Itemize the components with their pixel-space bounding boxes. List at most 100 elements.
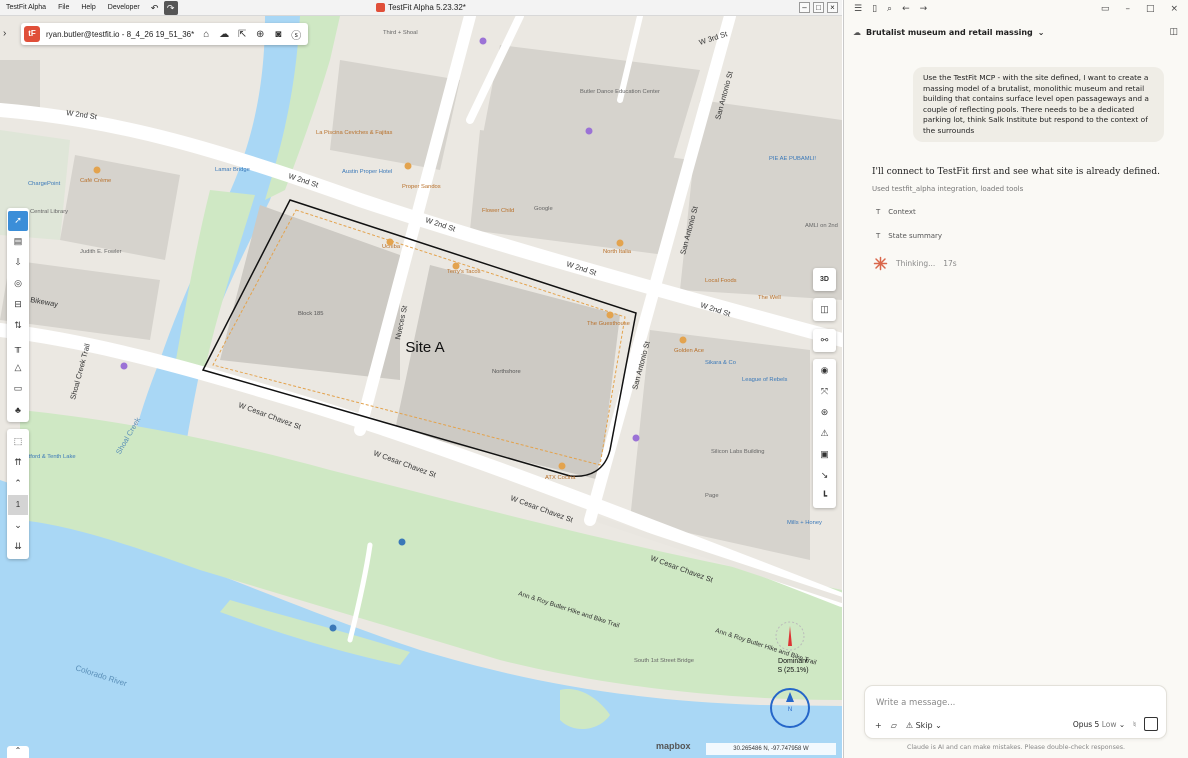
share-icon[interactable]: ⇱ [236, 29, 248, 40]
back-arrow-icon[interactable]: ← [902, 4, 910, 14]
poi-marker-icon [479, 37, 487, 45]
help-icon[interactable]: ⓢ [290, 27, 302, 42]
skip-button[interactable]: ⚠ Skip ⌄ [906, 721, 942, 730]
message-composer: Write a message... + ▱ ⚠ Skip ⌄ Opus 5 L… [864, 685, 1167, 739]
search-icon[interactable]: ⌕ [887, 4, 892, 14]
poi-label: North Italia [603, 249, 632, 255]
menu-file[interactable]: File [52, 0, 75, 16]
top-floor-icon[interactable]: ⇈ [8, 453, 28, 473]
compass-icon[interactable]: ⊛ [814, 403, 835, 423]
sidebar-toggle-icon[interactable]: ▯ [872, 4, 877, 14]
app-titlebar: TestFit Alpha File Help Developer ↶ ↷ Te… [0, 0, 842, 16]
poi-label: The Guesthouse [587, 321, 630, 327]
view-mode-toggle[interactable]: 3D [814, 270, 835, 290]
poi-label: Block 185 [298, 311, 323, 317]
menu-testfit-alpha[interactable]: TestFit Alpha [0, 0, 52, 16]
select-area-icon[interactable]: ⬚ [8, 432, 28, 452]
maximize-icon[interactable]: □ [813, 2, 824, 13]
poi-marker-icon [558, 462, 566, 470]
cloud-icon[interactable]: ☁ [218, 29, 230, 40]
maximize-icon[interactable]: □ [1146, 4, 1155, 14]
minimize-icon[interactable]: – [799, 2, 810, 13]
poi-marker-icon [452, 262, 460, 270]
poi-label: Lamar Bridge [215, 167, 250, 173]
tool-call-label: State summary [888, 232, 943, 240]
tool-icon: T [876, 208, 881, 216]
poi-label: La Piscina Ceviches & Fajitas [316, 130, 392, 136]
menu-help[interactable]: Help [75, 0, 101, 16]
image-icon[interactable]: ▣ [814, 445, 835, 465]
undo-icon[interactable]: ↶ [148, 1, 162, 15]
split-view-icon[interactable]: ◫ [814, 300, 835, 320]
select-icon[interactable]: ➚ [8, 210, 28, 231]
testfit-logo-icon [376, 3, 386, 12]
poi-marker-icon [398, 538, 406, 546]
user-message: Use the TestFit MCP - with the site defi… [913, 67, 1164, 142]
chart-icon[interactable]: ┗ [814, 487, 835, 507]
measure-icon[interactable]: ⇅ [8, 316, 28, 336]
panel-layout-icon[interactable]: ▭ [1101, 4, 1110, 14]
stop-button[interactable] [1144, 717, 1158, 731]
building-icon[interactable]: ▤ [8, 232, 28, 252]
folder-icon[interactable]: ▱ [891, 721, 897, 730]
mapbox-logo: mapbox [656, 741, 691, 751]
arrow-diagonal-icon[interactable]: ↘ [814, 466, 835, 486]
current-floor[interactable]: 1 [8, 494, 28, 515]
add-icon[interactable]: + [875, 721, 882, 730]
camera-icon[interactable]: ◙ [272, 29, 284, 40]
terrain-icon[interactable]: △ [8, 358, 28, 378]
conversation-title-text: Brutalist museum and retail massing [866, 28, 1033, 37]
site-label: Site A [405, 339, 444, 356]
floor-down-icon[interactable]: ⌄ [8, 516, 28, 536]
tool-call-item[interactable]: T Context [876, 208, 916, 216]
thinking-indicator: Thinking... 17s [873, 256, 957, 271]
poi-label: PIE AE PUBAMLI! [769, 156, 816, 162]
table-icon[interactable]: ╥ [8, 337, 28, 357]
testfit-logo-icon[interactable]: tF [24, 26, 40, 42]
poi-label: Central Library [30, 209, 68, 215]
eye-icon[interactable]: ◉ [814, 361, 835, 381]
message-input[interactable]: Write a message... [876, 698, 955, 708]
floor-up-icon[interactable]: ⌃ [8, 474, 28, 494]
link-icon[interactable]: ⚯ [814, 331, 835, 351]
poi-marker-icon [616, 239, 624, 247]
expand-panel-chevron-icon[interactable]: › [3, 28, 6, 39]
side-panel-icon[interactable]: ◫ [1169, 27, 1178, 37]
close-icon[interactable]: × [1170, 4, 1178, 14]
thinking-label: Thinking... [896, 259, 936, 268]
poi-marker-icon [585, 127, 593, 135]
context-icon[interactable]: ◎ [8, 274, 28, 294]
warning-icon[interactable]: ⚠ [814, 424, 835, 444]
home-icon[interactable]: ⌂ [200, 29, 212, 40]
tree-icon[interactable]: ♣ [8, 400, 28, 420]
tool-usage-summary[interactable]: Used testfit_alpha integration, loaded t… [872, 185, 1023, 193]
account-project-label[interactable]: ryan.butler@testfit.io - 8_4_26 19_51_36… [46, 30, 194, 39]
poi-label: The Well [758, 295, 781, 301]
poi-label: Sikara & Co [705, 360, 736, 366]
poi-label: Butler Dance Education Center [580, 89, 660, 95]
conversation-title[interactable]: ☁ Brutalist museum and retail massing ⌄ [853, 28, 1044, 37]
menu-icon[interactable]: ☰ [854, 4, 862, 14]
poi-label: South 1st Street Bridge [634, 658, 694, 664]
poi-marker-icon [386, 238, 394, 246]
minimize-icon[interactable]: – [1125, 4, 1130, 14]
parking-structure-icon[interactable]: ⇩ [8, 253, 28, 273]
menu-developer[interactable]: Developer [102, 0, 146, 16]
microphone-icon[interactable]: ♮ [1133, 720, 1136, 729]
close-icon[interactable]: × [827, 2, 838, 13]
poi-label: Austin Proper Hotel [342, 169, 392, 175]
fit-view-icon[interactable]: ⤧ [814, 382, 835, 402]
add-icon[interactable]: ⊕ [254, 29, 266, 40]
compass-north-label: N [788, 707, 792, 713]
tool-call-item[interactable]: T State summary [876, 232, 942, 240]
model-selector[interactable]: Opus 5 Low ⌄ [1073, 720, 1125, 729]
car-icon[interactable]: ⊟ [8, 295, 28, 315]
chat-top-controls: ☰ ▯ ⌕ ← → [854, 4, 927, 14]
expand-bottom-chevron-icon[interactable]: ⌃ [7, 746, 29, 758]
bottom-floor-icon[interactable]: ⇊ [8, 537, 28, 557]
map-canvas[interactable]: N Site A W 2nd St W 2nd St W 2nd St W 2n… [0, 16, 842, 758]
forward-arrow-icon[interactable]: → [920, 4, 928, 14]
redo-icon[interactable]: ↷ [163, 0, 178, 15]
ruler-icon[interactable]: ▭ [8, 379, 28, 399]
chevron-down-icon: ⌄ [1037, 28, 1045, 37]
